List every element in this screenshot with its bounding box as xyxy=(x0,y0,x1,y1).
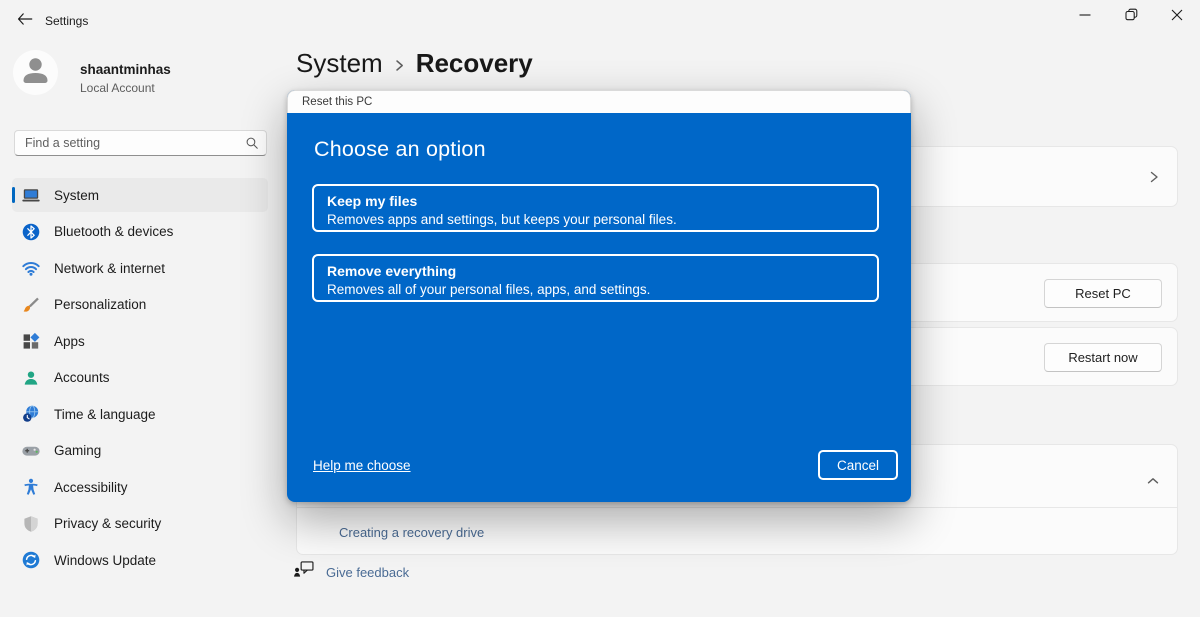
apps-icon xyxy=(21,331,41,351)
sidebar-item-label: System xyxy=(54,188,99,203)
windows-update-icon xyxy=(21,550,41,570)
close-icon xyxy=(1171,8,1183,26)
give-feedback-label: Give feedback xyxy=(326,565,409,580)
sidebar-item-gaming[interactable]: Gaming xyxy=(12,434,268,468)
sidebar-item-label: Accounts xyxy=(54,370,110,385)
user-account-type: Local Account xyxy=(80,81,155,95)
sidebar-item-personalization[interactable]: Personalization xyxy=(12,288,268,322)
accessibility-icon xyxy=(21,477,41,497)
sidebar-item-time-language[interactable]: Time & language xyxy=(12,397,268,431)
gaming-icon xyxy=(21,441,41,461)
sidebar-item-label: Apps xyxy=(54,334,85,349)
system-icon xyxy=(21,185,41,205)
restore-button[interactable] xyxy=(1108,0,1154,34)
sidebar-item-label: Time & language xyxy=(54,407,156,422)
option-description: Removes apps and settings, but keeps you… xyxy=(327,211,877,229)
breadcrumb-root[interactable]: System xyxy=(296,48,383,79)
dialog-titlebar: Reset this PC xyxy=(287,90,911,113)
breadcrumb: System Recovery xyxy=(296,48,533,79)
sidebar-item-label: Network & internet xyxy=(54,261,165,276)
sidebar-nav: System Bluetooth & devices Network & int… xyxy=(12,178,268,577)
avatar xyxy=(13,50,58,95)
restart-now-button[interactable]: Restart now xyxy=(1044,343,1162,372)
user-name: shaantminhas xyxy=(80,62,171,77)
accounts-icon xyxy=(21,368,41,388)
dialog-title: Reset this PC xyxy=(302,96,372,108)
give-feedback-row[interactable]: Give feedback xyxy=(293,561,409,583)
sidebar-item-bluetooth-devices[interactable]: Bluetooth & devices xyxy=(12,215,268,249)
bluetooth-icon xyxy=(21,222,41,242)
sidebar-item-windows-update[interactable]: Windows Update xyxy=(12,543,268,577)
sidebar-item-accessibility[interactable]: Accessibility xyxy=(12,470,268,504)
sidebar-item-system[interactable]: System xyxy=(12,178,268,212)
personalization-icon xyxy=(21,295,41,315)
option-description: Removes all of your personal files, apps… xyxy=(327,281,877,299)
sidebar-item-apps[interactable]: Apps xyxy=(12,324,268,358)
close-button[interactable] xyxy=(1154,0,1200,34)
option-title: Remove everything xyxy=(327,262,877,281)
settings-window: Settings shaantminhas Local Account Sy xyxy=(0,0,1200,617)
back-arrow-icon xyxy=(16,12,33,31)
chevron-right-icon xyxy=(1148,169,1160,190)
sidebar-item-label: Windows Update xyxy=(54,553,156,568)
feedback-icon xyxy=(293,561,314,583)
option-title: Keep my files xyxy=(327,192,877,211)
breadcrumb-current: Recovery xyxy=(416,48,533,79)
back-button[interactable] xyxy=(8,8,40,34)
remove-everything-option[interactable]: Remove everything Removes all of your pe… xyxy=(312,254,879,302)
window-controls xyxy=(1062,0,1200,34)
help-me-choose-link[interactable]: Help me choose xyxy=(313,458,411,473)
restore-icon xyxy=(1125,8,1138,26)
chevron-right-icon xyxy=(394,55,405,73)
dialog-heading: Choose an option xyxy=(314,137,486,162)
card-divider xyxy=(297,507,1177,508)
minimize-icon xyxy=(1079,8,1091,26)
search-icon xyxy=(245,136,259,150)
cancel-button[interactable]: Cancel xyxy=(818,450,898,480)
search-box xyxy=(14,130,267,156)
chevron-up-icon[interactable] xyxy=(1146,473,1160,491)
privacy-security-icon xyxy=(21,514,41,534)
person-silhouette-icon xyxy=(13,48,58,98)
app-title: Settings xyxy=(45,14,88,28)
search-input[interactable] xyxy=(14,130,267,156)
sidebar-item-label: Gaming xyxy=(54,443,101,458)
keep-my-files-option[interactable]: Keep my files Removes apps and settings,… xyxy=(312,184,879,232)
sidebar-item-label: Accessibility xyxy=(54,480,128,495)
sidebar-item-accounts[interactable]: Accounts xyxy=(12,361,268,395)
minimize-button[interactable] xyxy=(1062,0,1108,34)
sidebar-item-label: Bluetooth & devices xyxy=(54,224,173,239)
sidebar-item-privacy-security[interactable]: Privacy & security xyxy=(12,507,268,541)
sidebar-item-label: Personalization xyxy=(54,297,146,312)
sidebar-item-network-internet[interactable]: Network & internet xyxy=(12,251,268,285)
sidebar-item-label: Privacy & security xyxy=(54,516,161,531)
recovery-drive-link[interactable]: Creating a recovery drive xyxy=(339,525,484,540)
time-language-icon xyxy=(21,404,41,424)
reset-pc-button[interactable]: Reset PC xyxy=(1044,279,1162,308)
reset-this-pc-dialog: Reset this PC Choose an option Keep my f… xyxy=(287,90,911,502)
network-icon xyxy=(21,258,41,278)
